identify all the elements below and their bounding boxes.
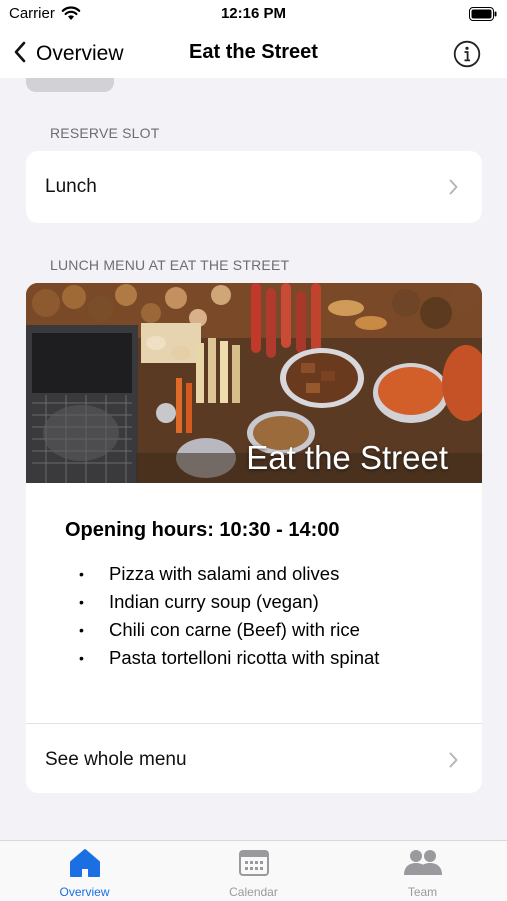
reserve-slot-card: Lunch	[26, 151, 482, 223]
info-circle-icon[interactable]	[453, 40, 481, 68]
list-item: • Indian curry soup (vegan)	[26, 588, 482, 616]
previous-section-stub	[26, 78, 114, 92]
back-button[interactable]: Overview	[14, 40, 124, 68]
tab-bar: Overview Calendar Team	[0, 840, 507, 901]
bullet: •	[79, 622, 84, 638]
bullet: •	[79, 594, 84, 610]
navigation-bar: Overview Eat the Street	[0, 30, 507, 78]
chevron-left-icon	[14, 41, 26, 68]
reserve-slot-header: RESERVE SLOT	[50, 125, 160, 141]
menu-item-label: Pasta tortelloni ricotta with spinat	[109, 647, 380, 668]
tab-label: Team	[407, 885, 438, 899]
menu-item-label: Indian curry soup (vegan)	[109, 591, 319, 612]
menu-item-label: Pizza with salami and olives	[109, 563, 340, 584]
street-food-photo: Eat the Street	[26, 283, 482, 483]
bullet: •	[79, 566, 84, 582]
hero-image-title: Eat the Street	[246, 439, 448, 476]
tab-calendar[interactable]: Calendar	[169, 841, 338, 901]
see-whole-menu-row[interactable]: See whole menu	[26, 724, 482, 793]
lunch-slot-row[interactable]: Lunch	[26, 151, 482, 223]
chevron-right-icon	[449, 179, 458, 200]
tab-team[interactable]: Team	[338, 841, 507, 901]
home-icon	[0, 848, 169, 880]
battery-icon	[469, 7, 497, 26]
lunch-menu-card: Eat the Street Opening hours: 10:30 - 14…	[26, 283, 482, 793]
tab-label: Calendar	[229, 885, 278, 899]
list-item: • Chili con carne (Beef) with rice	[26, 616, 482, 644]
menu-items-list: • Pizza with salami and olives • Indian cu…	[26, 560, 482, 672]
back-button-label: Overview	[36, 42, 124, 65]
calendar-icon	[169, 848, 338, 880]
tab-label: Overview	[59, 885, 110, 899]
content-scroll[interactable]: RESERVE SLOT Lunch LUNCH MENU AT EAT THE…	[0, 78, 507, 840]
menu-item-label: Chili con carne (Beef) with rice	[109, 619, 360, 640]
chevron-right-icon	[449, 752, 458, 773]
list-item: • Pasta tortelloni ricotta with spinat	[26, 644, 482, 672]
lunch-menu-header: LUNCH MENU AT EAT THE STREET	[50, 257, 290, 273]
status-bar: Carrier 12:16 PM	[0, 0, 507, 30]
clock: 12:16 PM	[220, 5, 287, 22]
list-item: • Pizza with salami and olives	[26, 560, 482, 588]
see-whole-menu-label: See whole menu	[45, 749, 187, 770]
opening-hours: Opening hours: 10:30 - 14:00	[65, 519, 340, 541]
tab-overview[interactable]: Overview	[0, 841, 169, 901]
lunch-slot-label: Lunch	[45, 176, 97, 197]
bullet: •	[79, 650, 84, 666]
team-icon	[338, 848, 507, 880]
